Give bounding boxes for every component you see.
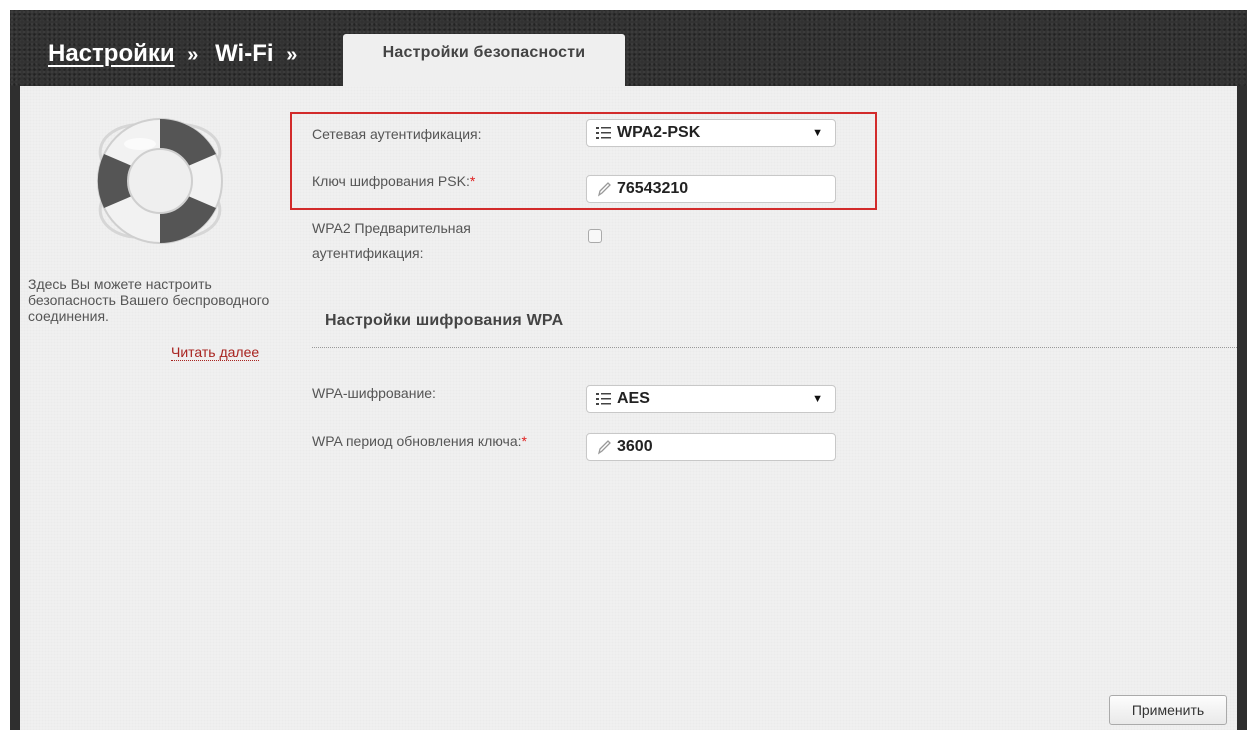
rekey-label: WPA период обновления ключа:* [312,433,527,449]
list-icon [596,127,611,139]
sidebar-description: Здесь Вы можете настроить безопасность В… [28,276,270,324]
preauth-label-line2: аутентификация: [312,245,424,261]
list-icon [596,393,611,405]
read-more-link[interactable]: Читать далее [171,344,260,361]
preauth-checkbox[interactable] [588,229,602,243]
breadcrumb-separator: » [286,44,298,66]
breadcrumb: Настройки » Wi-Fi » [48,40,307,68]
apply-button[interactable]: Применить [1109,695,1227,725]
preauth-label: WPA2 Предварительная [312,220,471,236]
chevron-down-icon: ▼ [812,393,823,405]
pencil-icon [597,440,611,455]
wpa-encryption-value: AES [617,390,650,407]
auth-select[interactable]: WPA2-PSK ▼ [586,119,836,147]
required-asterisk: * [521,433,527,449]
tab-security-settings[interactable]: Настройки безопасности [343,34,625,86]
required-asterisk: * [469,173,476,189]
auth-select-value: WPA2-PSK [617,124,701,141]
chevron-down-icon: ▼ [812,127,823,139]
psk-label: Ключ шифрования PSK:* [312,173,476,189]
pencil-icon [597,182,611,197]
psk-input-value: 76543210 [617,180,689,197]
wpa-encryption-select[interactable]: AES ▼ [586,385,836,413]
auth-label: Сетевая аутентификация: [312,126,482,142]
rekey-input-value: 3600 [617,438,653,455]
breadcrumb-wifi[interactable]: Wi-Fi [215,40,273,67]
wpa-section-title: Настройки шифрования WPA [325,312,564,329]
header-bar: Настройки » Wi-Fi » Настройки безопаснос… [10,10,1247,86]
main-content: Здесь Вы можете настроить безопасность В… [20,86,1237,730]
breadcrumb-separator: » [187,44,199,66]
section-divider [312,347,1237,348]
breadcrumb-settings-link[interactable]: Настройки [48,40,175,67]
app-frame: Настройки » Wi-Fi » Настройки безопаснос… [10,10,1247,730]
lifebuoy-icon [97,118,223,244]
psk-input[interactable]: 76543210 [586,175,836,203]
rekey-input[interactable]: 3600 [586,433,836,461]
wpa-encryption-label: WPA-шифрование: [312,385,436,401]
